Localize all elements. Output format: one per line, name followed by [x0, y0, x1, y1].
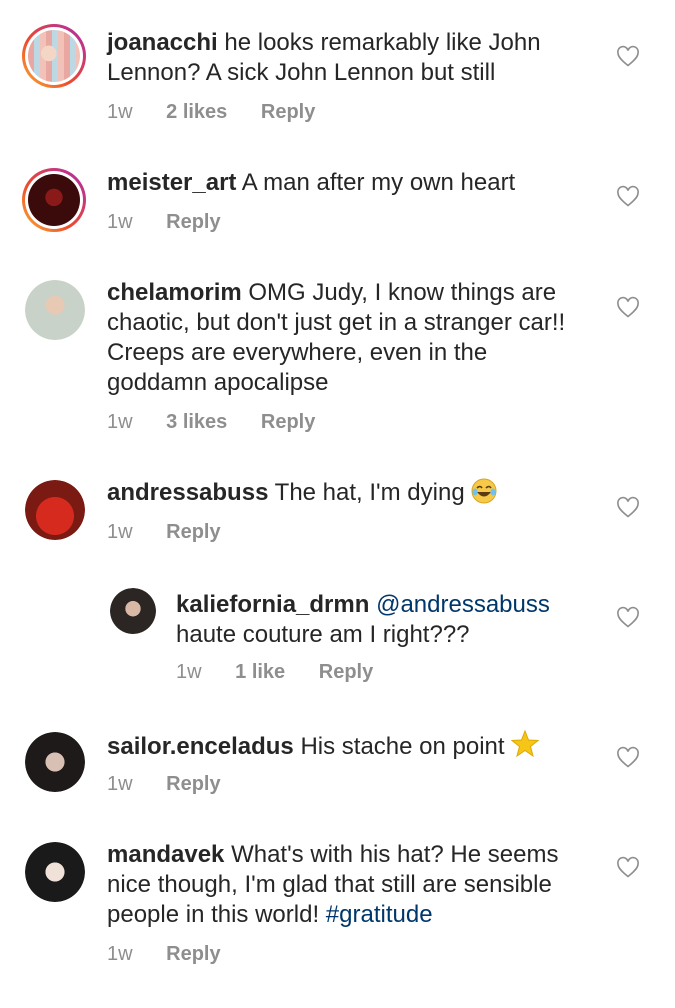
comment-meta: 1w Reply [107, 772, 249, 796]
avatar[interactable] [25, 280, 85, 340]
reply-button[interactable]: Reply [261, 411, 315, 433]
comment-time: 1w [107, 211, 133, 233]
comment-likes[interactable]: 1 like [235, 661, 285, 683]
comment-time: 1w [107, 773, 133, 795]
comment-username[interactable]: sailor.enceladus [107, 733, 294, 760]
reply-button[interactable]: Reply [166, 521, 220, 543]
comments-list: joanacchi he looks remarkably like John … [0, 0, 675, 1008]
comment-meta: 1w Reply [107, 210, 249, 234]
avatar[interactable] [22, 168, 86, 232]
comment-text: sailor.enceladus His stache on point [107, 730, 587, 762]
comment-username[interactable]: kaliefornia_drmn [176, 591, 369, 618]
comment-time: 1w [107, 943, 133, 965]
comment-likes[interactable]: 3 likes [166, 411, 227, 433]
reply-button[interactable]: Reply [261, 101, 315, 123]
comment-time: 1w [107, 411, 133, 433]
comment-time: 1w [107, 101, 133, 123]
avatar[interactable] [25, 842, 85, 902]
comment-text: mandavek What's with his hat? He seems n… [107, 840, 587, 930]
heart-icon[interactable] [616, 185, 640, 209]
reply-button[interactable]: Reply [166, 943, 220, 965]
hashtag-link[interactable]: #gratitude [326, 901, 433, 928]
comment-username[interactable]: mandavek [107, 841, 224, 868]
comment-body: haute couture am I right??? [176, 621, 470, 648]
comment-text: andressabuss The hat, I'm dying [107, 478, 587, 508]
comment-time: 1w [176, 661, 202, 683]
comment-body: His stache on point [300, 733, 505, 760]
comment-text: kaliefornia_drmn @andressabuss haute cou… [176, 590, 596, 650]
reply-button[interactable]: Reply [166, 773, 220, 795]
star-emoji [511, 730, 540, 758]
reply-button[interactable]: Reply [319, 661, 373, 683]
comment-meta: 1w Reply [107, 942, 249, 966]
comment-meta: 1w Reply [107, 520, 249, 544]
laughing-tears-emoji [471, 478, 497, 504]
heart-icon[interactable] [616, 296, 640, 320]
comment-meta: 1w 2 likes Reply [107, 100, 343, 124]
comment-username[interactable]: meister_art [107, 169, 236, 196]
comment-likes[interactable]: 2 likes [166, 101, 227, 123]
comment-text: meister_art A man after my own heart [107, 168, 577, 198]
mention-link[interactable]: @andressabuss [376, 591, 550, 618]
comment-body: The hat, I'm dying [274, 479, 465, 506]
heart-icon[interactable] [616, 746, 640, 770]
comment-text: joanacchi he looks remarkably like John … [107, 28, 577, 88]
heart-icon[interactable] [616, 496, 640, 520]
comment-username[interactable]: andressabuss [107, 479, 268, 506]
avatar[interactable] [25, 732, 85, 792]
heart-icon[interactable] [616, 856, 640, 880]
comment-meta: 1w 3 likes Reply [107, 410, 343, 434]
comment-text: chelamorim OMG Judy, I know things are c… [107, 278, 587, 398]
heart-icon[interactable] [616, 45, 640, 69]
heart-icon[interactable] [616, 606, 640, 630]
reply-button[interactable]: Reply [166, 211, 220, 233]
avatar[interactable] [22, 24, 86, 88]
comment-time: 1w [107, 521, 133, 543]
avatar[interactable] [25, 480, 85, 540]
comment-body: A man after my own heart [241, 169, 516, 196]
comment-meta: 1w 1 like Reply [176, 660, 401, 684]
comment-username[interactable]: chelamorim [107, 279, 242, 306]
avatar[interactable] [110, 588, 156, 634]
comment-username[interactable]: joanacchi [107, 29, 218, 56]
